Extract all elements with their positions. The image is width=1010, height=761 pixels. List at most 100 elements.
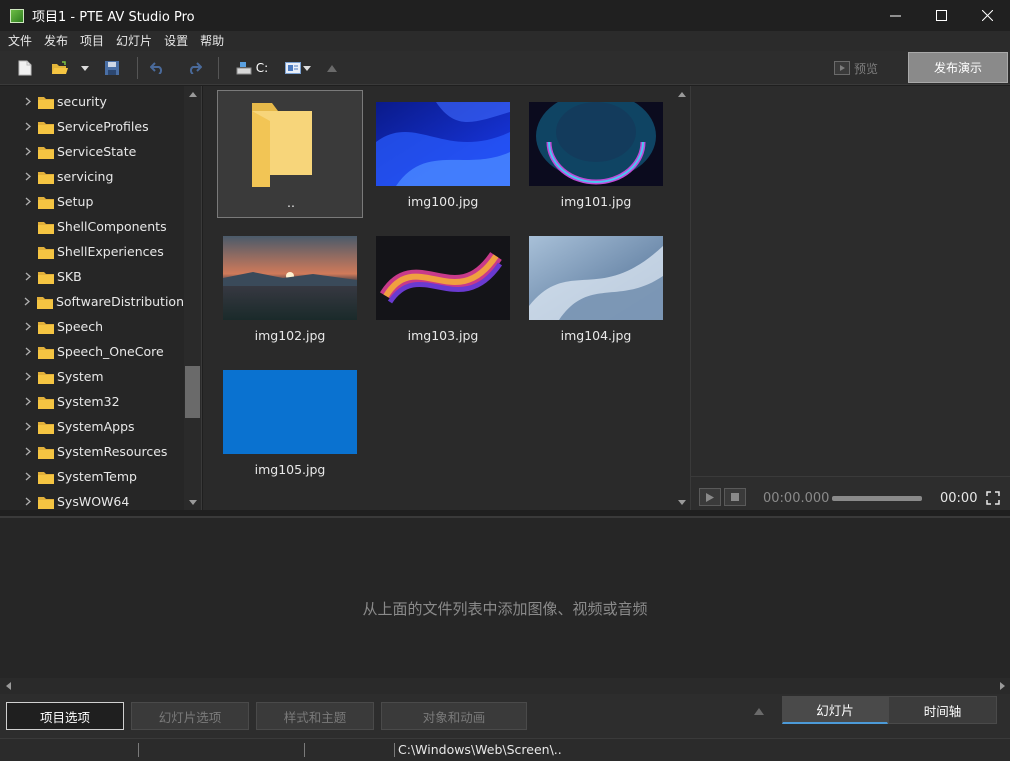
project-options-button[interactable]: 项目选项 (6, 702, 124, 730)
tree-scrollbar[interactable] (184, 86, 201, 510)
tree-item[interactable]: SystemResources (0, 439, 184, 464)
chevron-right-icon[interactable] (22, 322, 34, 331)
tree-item[interactable]: System32 (0, 389, 184, 414)
tree-item[interactable]: SystemTemp (0, 464, 184, 489)
file-item[interactable]: img104.jpg (523, 224, 669, 352)
tree-item[interactable]: System (0, 364, 184, 389)
tree-item[interactable]: Speech (0, 314, 184, 339)
open-project-button[interactable] (48, 57, 72, 79)
styles-themes-button[interactable]: 样式和主题 (256, 702, 374, 730)
folder-up-button[interactable] (324, 57, 340, 79)
fullscreen-button[interactable] (986, 491, 1000, 509)
view-mode-dropdown[interactable] (284, 57, 312, 79)
chevron-right-icon[interactable] (22, 497, 34, 506)
folder-icon (38, 371, 54, 384)
chevron-right-icon[interactable] (22, 147, 34, 156)
chevron-right-icon[interactable] (22, 122, 34, 131)
scroll-up-arrow[interactable] (184, 86, 201, 102)
preview-label: 预览 (854, 61, 879, 76)
undo-button[interactable] (146, 57, 168, 79)
maximize-button[interactable] (918, 0, 964, 31)
arrow-up-icon (677, 91, 686, 97)
timeline-slider[interactable] (832, 496, 922, 501)
menu-help[interactable]: 帮助 (194, 31, 230, 51)
folder-icon (38, 96, 54, 109)
chevron-right-icon[interactable] (22, 372, 34, 381)
tree-item[interactable]: servicing (0, 164, 184, 189)
menu-slide[interactable]: 幻灯片 (110, 31, 158, 51)
file-item[interactable]: img103.jpg (370, 224, 516, 352)
tab-slides[interactable]: 幻灯片 (782, 696, 888, 724)
tree-item[interactable]: ShellComponents (0, 214, 184, 239)
tree-item[interactable]: SoftwareDistribution (0, 289, 184, 314)
chevron-right-icon[interactable] (22, 197, 34, 206)
menu-settings[interactable]: 设置 (158, 31, 194, 51)
save-button[interactable] (102, 57, 122, 79)
chevron-right-icon[interactable] (22, 472, 34, 481)
tree-item-label: SystemResources (57, 444, 168, 459)
folder-icon (38, 246, 54, 259)
tree-item[interactable]: Setup (0, 189, 184, 214)
tree-item-label: Speech_OneCore (57, 344, 164, 359)
menu-publish[interactable]: 发布 (38, 31, 74, 51)
new-project-button[interactable] (14, 57, 36, 79)
chevron-right-icon[interactable] (22, 397, 34, 406)
tree-item[interactable]: ShellExperiences (0, 239, 184, 264)
file-item[interactable]: img100.jpg (370, 90, 516, 218)
tree-item-label: security (57, 94, 107, 109)
file-label: img103.jpg (407, 328, 479, 343)
scroll-thumb[interactable] (185, 366, 200, 418)
redo-button[interactable] (184, 57, 206, 79)
tree-item-label: SystemApps (57, 419, 135, 434)
scroll-left-arrow[interactable] (0, 678, 16, 694)
file-item[interactable]: img105.jpg (217, 358, 363, 486)
slide-list[interactable]: 从上面的文件列表中添加图像、视频或音频 (0, 516, 1010, 678)
tree-item[interactable]: ServiceState (0, 139, 184, 164)
chevron-right-icon[interactable] (22, 272, 34, 281)
chevron-right-icon[interactable] (22, 172, 34, 181)
folder-tree[interactable]: security ServiceProfiles ServiceState servi… (0, 86, 202, 510)
preview-button[interactable]: 预览 (834, 58, 878, 78)
tree-item[interactable]: security (0, 89, 184, 114)
publish-presentation-button[interactable]: 发布演示 (908, 52, 1008, 83)
tree-item[interactable]: ServiceProfiles (0, 114, 184, 139)
image-thumbnail (529, 236, 663, 320)
tree-item-label: ServiceState (57, 144, 137, 159)
file-list[interactable]: .. img100.jpg img101.jpg img102.jpg img1… (203, 86, 691, 510)
slide-list-scrollbar[interactable] (0, 678, 1010, 694)
menu-file[interactable]: 文件 (2, 31, 38, 51)
file-item-parent[interactable]: .. (217, 90, 363, 218)
scroll-right-arrow[interactable] (994, 678, 1010, 694)
chevron-right-icon[interactable] (22, 347, 34, 356)
chevron-right-icon[interactable] (22, 422, 34, 431)
status-separator (138, 743, 139, 757)
folder-icon (38, 396, 54, 409)
arrow-right-icon (999, 682, 1005, 690)
file-item[interactable]: img101.jpg (523, 90, 669, 218)
tree-item[interactable]: SystemApps (0, 414, 184, 439)
objects-animation-button[interactable]: 对象和动画 (381, 702, 527, 730)
tab-timeline[interactable]: 时间轴 (888, 696, 997, 724)
drive-selector[interactable]: C: (232, 57, 272, 79)
collapse-panel-button[interactable] (754, 704, 764, 719)
scroll-down-arrow[interactable] (184, 494, 201, 510)
scroll-down-arrow[interactable] (673, 494, 690, 510)
tree-item[interactable]: Speech_OneCore (0, 339, 184, 364)
slide-options-button[interactable]: 幻灯片选项 (131, 702, 249, 730)
chevron-right-icon[interactable] (22, 447, 34, 456)
arrow-up-icon (327, 64, 337, 72)
chevron-right-icon[interactable] (22, 97, 34, 106)
stop-button[interactable] (724, 488, 746, 506)
open-recent-dropdown[interactable] (78, 57, 92, 79)
minimize-button[interactable] (872, 0, 918, 31)
tree-item[interactable]: SKB (0, 264, 184, 289)
menu-project[interactable]: 项目 (74, 31, 110, 51)
chevron-right-icon[interactable] (22, 297, 33, 306)
file-item[interactable]: img102.jpg (217, 224, 363, 352)
close-button[interactable] (964, 0, 1010, 31)
file-list-scrollbar[interactable] (673, 86, 690, 510)
play-button[interactable] (699, 488, 721, 506)
scroll-up-arrow[interactable] (673, 86, 690, 102)
tree-item[interactable]: SysWOW64 (0, 489, 184, 510)
menu-bar: 文件 发布 项目 幻灯片 设置 帮助 (0, 31, 1010, 51)
